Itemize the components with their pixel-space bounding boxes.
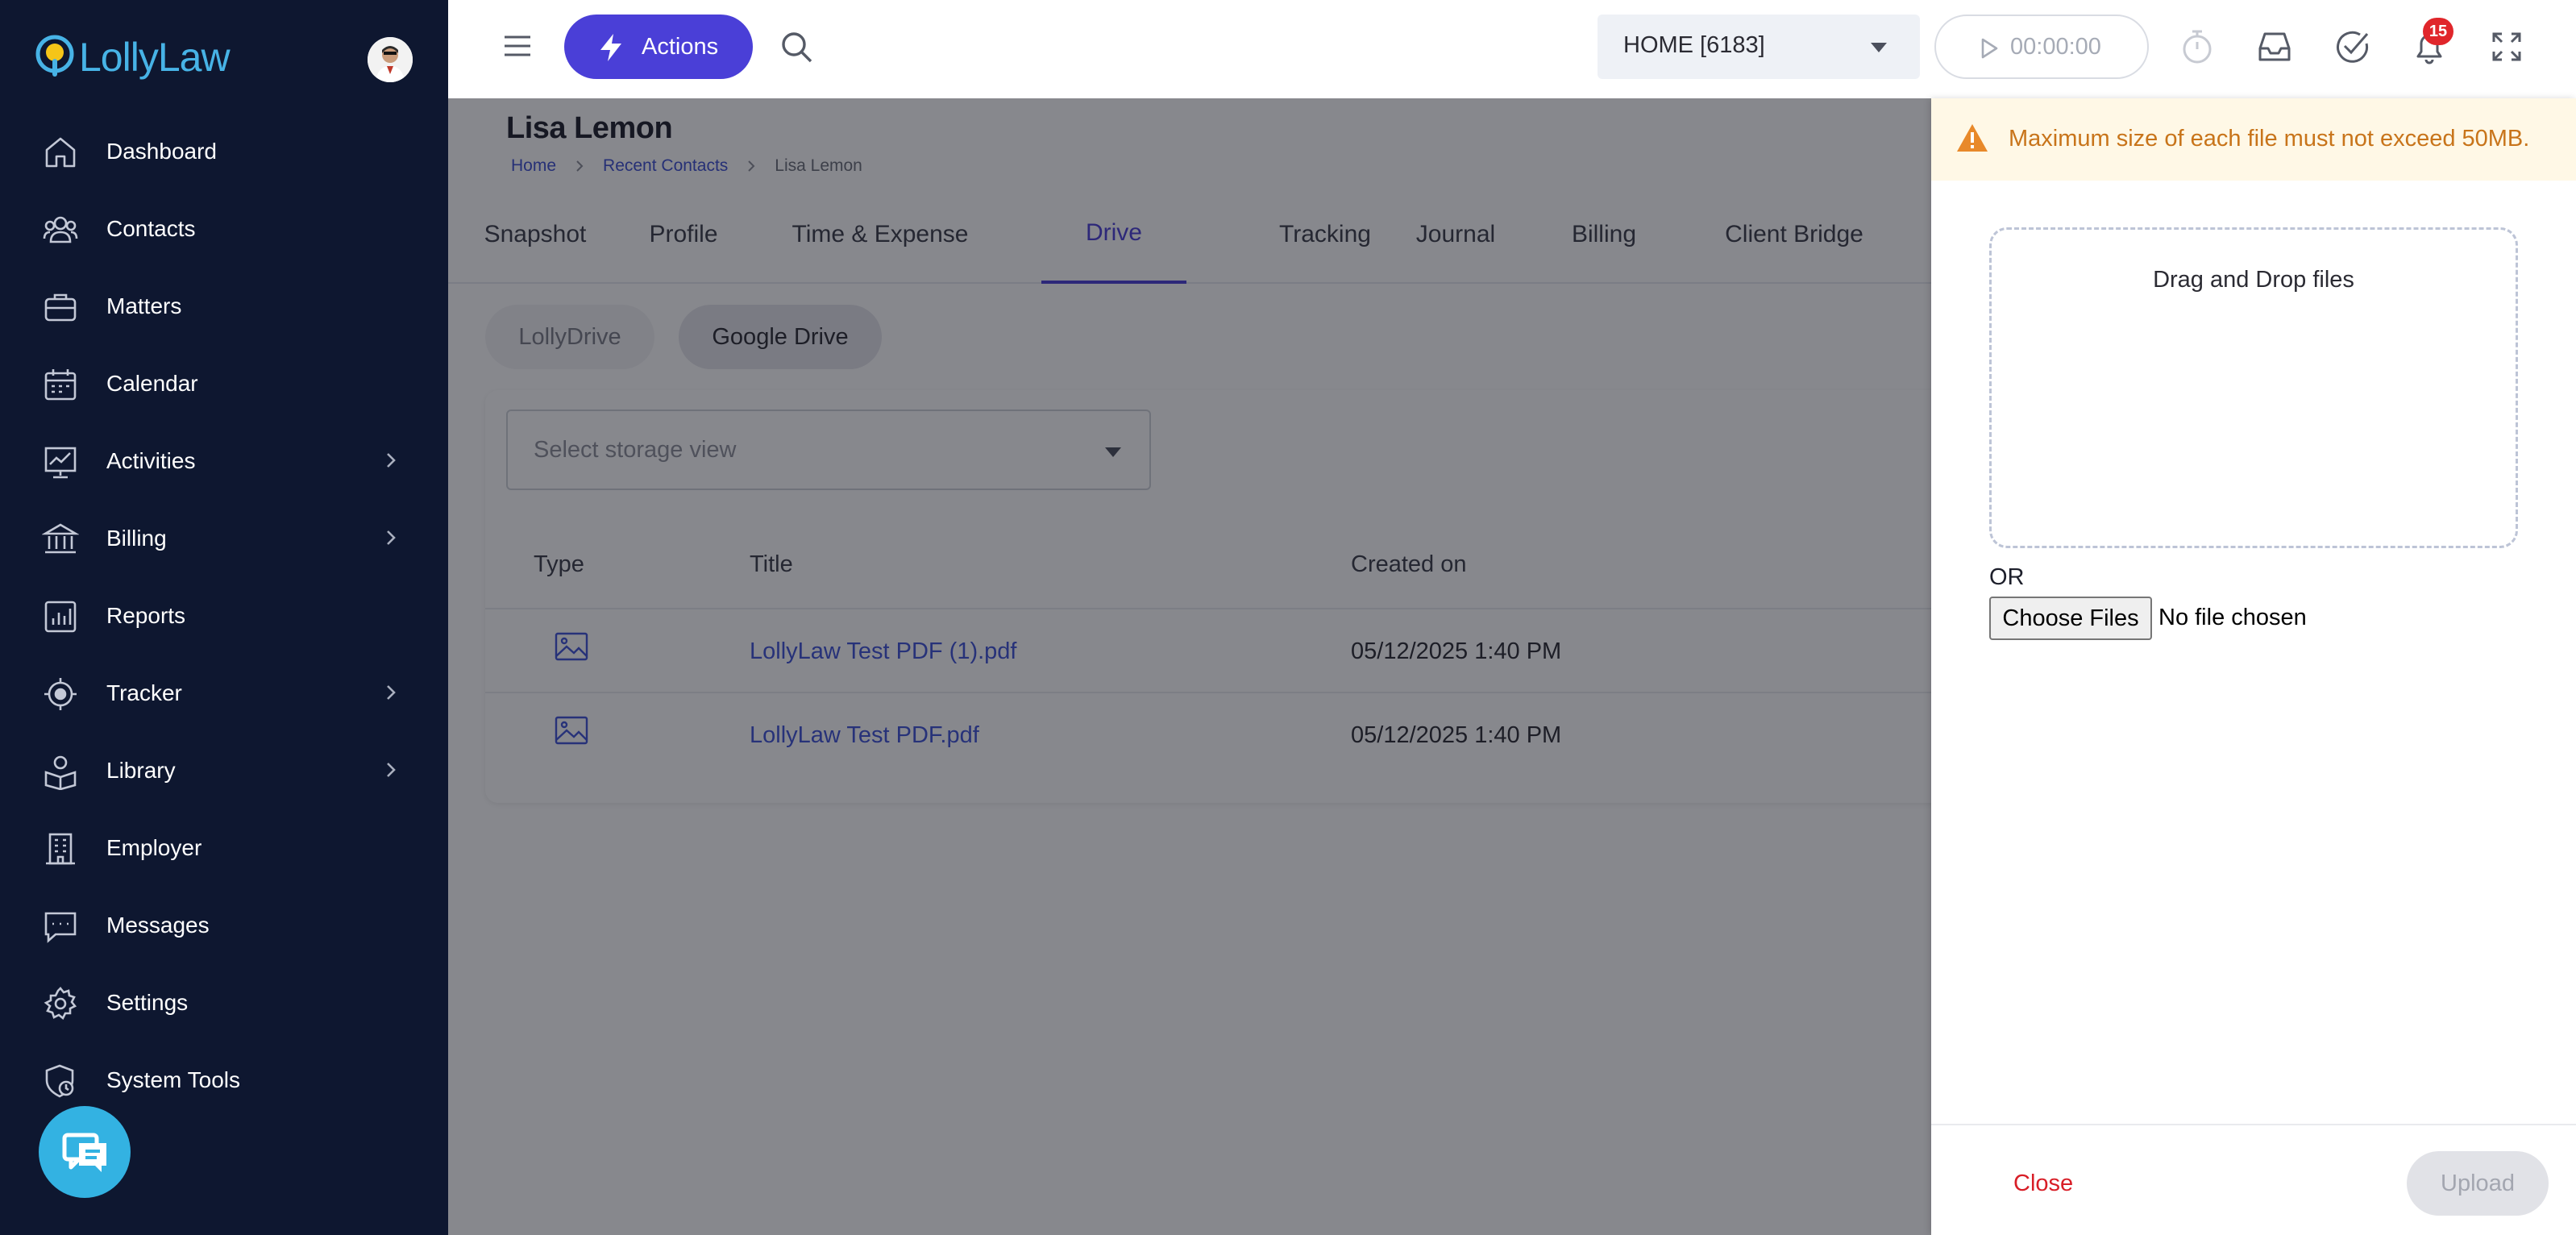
home-icon [45,137,76,168]
logo[interactable]: LollyLaw [35,32,231,82]
sidebar-item-reports[interactable]: Reports [0,577,448,655]
actions-button[interactable]: Actions [564,15,753,79]
file-size-alert: Maximum size of each file must not excee… [1931,98,2576,181]
chevron-right-icon [387,685,396,700]
sidebar-item-label: Employer [106,835,202,860]
sidebar-item-label: Settings [106,990,189,1015]
fullscreen-icon[interactable] [2487,27,2526,66]
inbox-icon[interactable] [2255,27,2294,66]
contacts-icon [43,216,78,243]
reports-icon [44,601,77,633]
upload-drawer: Maximum size of each file must not excee… [1931,98,2576,1235]
notification-badge: 15 [2423,18,2453,45]
sidebar-item-tracker[interactable]: Tracker [0,655,448,732]
timer-value: 00:00:00 [2010,34,2101,60]
logo-text: LollyLaw [79,35,231,80]
office-select-value: HOME [6183] [1623,32,1765,58]
play-icon [1981,38,1998,59]
choose-files-button[interactable]: Choose Files [1989,597,2152,640]
lightning-icon [600,34,621,61]
chevron-right-icon [387,453,396,468]
gear-icon [44,987,77,1021]
user-avatar-icon [368,37,413,82]
search-icon[interactable] [779,29,814,64]
sidebar-item-billing[interactable]: Billing [0,500,448,577]
messages-icon [44,912,77,943]
sidebar-item-label: Tracker [106,680,182,705]
drawer-footer: Close Upload [1931,1124,2576,1235]
chat-button[interactable] [39,1106,131,1198]
activities-icon [44,447,77,479]
briefcase-icon [44,293,77,322]
drag-drop-zone[interactable]: Drag and Drop files [1989,227,2518,548]
warning-icon [1957,124,1988,152]
chevron-right-icon [387,530,396,545]
sidebar-item-label: Matters [106,293,182,318]
sidebar-item-library[interactable]: Library [0,732,448,809]
dropzone-label: Drag and Drop files [2153,267,2354,293]
check-circle-icon[interactable] [2333,27,2371,66]
sidebar-item-label: Reports [106,603,186,628]
sidebar-item-label: Contacts [106,216,196,241]
chat-icon [62,1133,106,1172]
caret-down-icon [1871,43,1887,52]
sidebar-item-label: Calendar [106,371,198,396]
sidebar-item-messages[interactable]: Messages [0,887,448,964]
sidebar-item-label: Library [106,758,176,783]
sidebar-item-activities[interactable]: Activities [0,422,448,500]
sidebar-item-matters[interactable]: Matters [0,268,448,345]
library-icon [44,755,77,790]
chevron-right-icon [387,763,396,777]
sidebar-item-label: Activities [106,448,196,473]
calendar-icon [44,369,77,401]
hamburger-menu-icon[interactable] [501,32,534,60]
sidebar-item-label: Dashboard [106,139,217,164]
lollylaw-logo-icon [35,35,74,77]
tracker-icon [44,678,77,710]
modal-backdrop[interactable] [448,98,1931,1235]
avatar[interactable] [368,37,413,82]
sidebar: LollyLaw Dashboard Contacts Matters Cale… [0,0,448,1235]
no-file-chosen-text: No file chosen [2158,605,2307,630]
sidebar-item-label: Messages [106,913,210,938]
top-bar: Actions HOME [6183] 00:00:00 15 [448,0,2576,98]
or-divider-text: OR [1989,564,2025,590]
sidebar-item-dashboard[interactable]: Dashboard [0,113,448,190]
sidebar-item-employer[interactable]: Employer [0,809,448,887]
office-select[interactable]: HOME [6183] [1598,15,1920,79]
sidebar-item-calendar[interactable]: Calendar [0,345,448,422]
sidebar-item-label: Billing [106,526,167,551]
sidebar-item-contacts[interactable]: Contacts [0,190,448,268]
stopwatch-icon[interactable] [2178,27,2217,66]
sidebar-item-settings[interactable]: Settings [0,964,448,1042]
sidebar-item-label: System Tools [106,1067,240,1092]
actions-button-label: Actions [642,33,719,60]
alert-text: Maximum size of each file must not excee… [2009,126,2530,152]
close-button[interactable]: Close [2013,1171,2073,1197]
building-icon [46,833,75,865]
bank-icon [42,523,79,554]
upload-button[interactable]: Upload [2407,1151,2549,1216]
timer-button[interactable]: 00:00:00 [1934,15,2149,79]
system-tools-icon [45,1064,74,1098]
